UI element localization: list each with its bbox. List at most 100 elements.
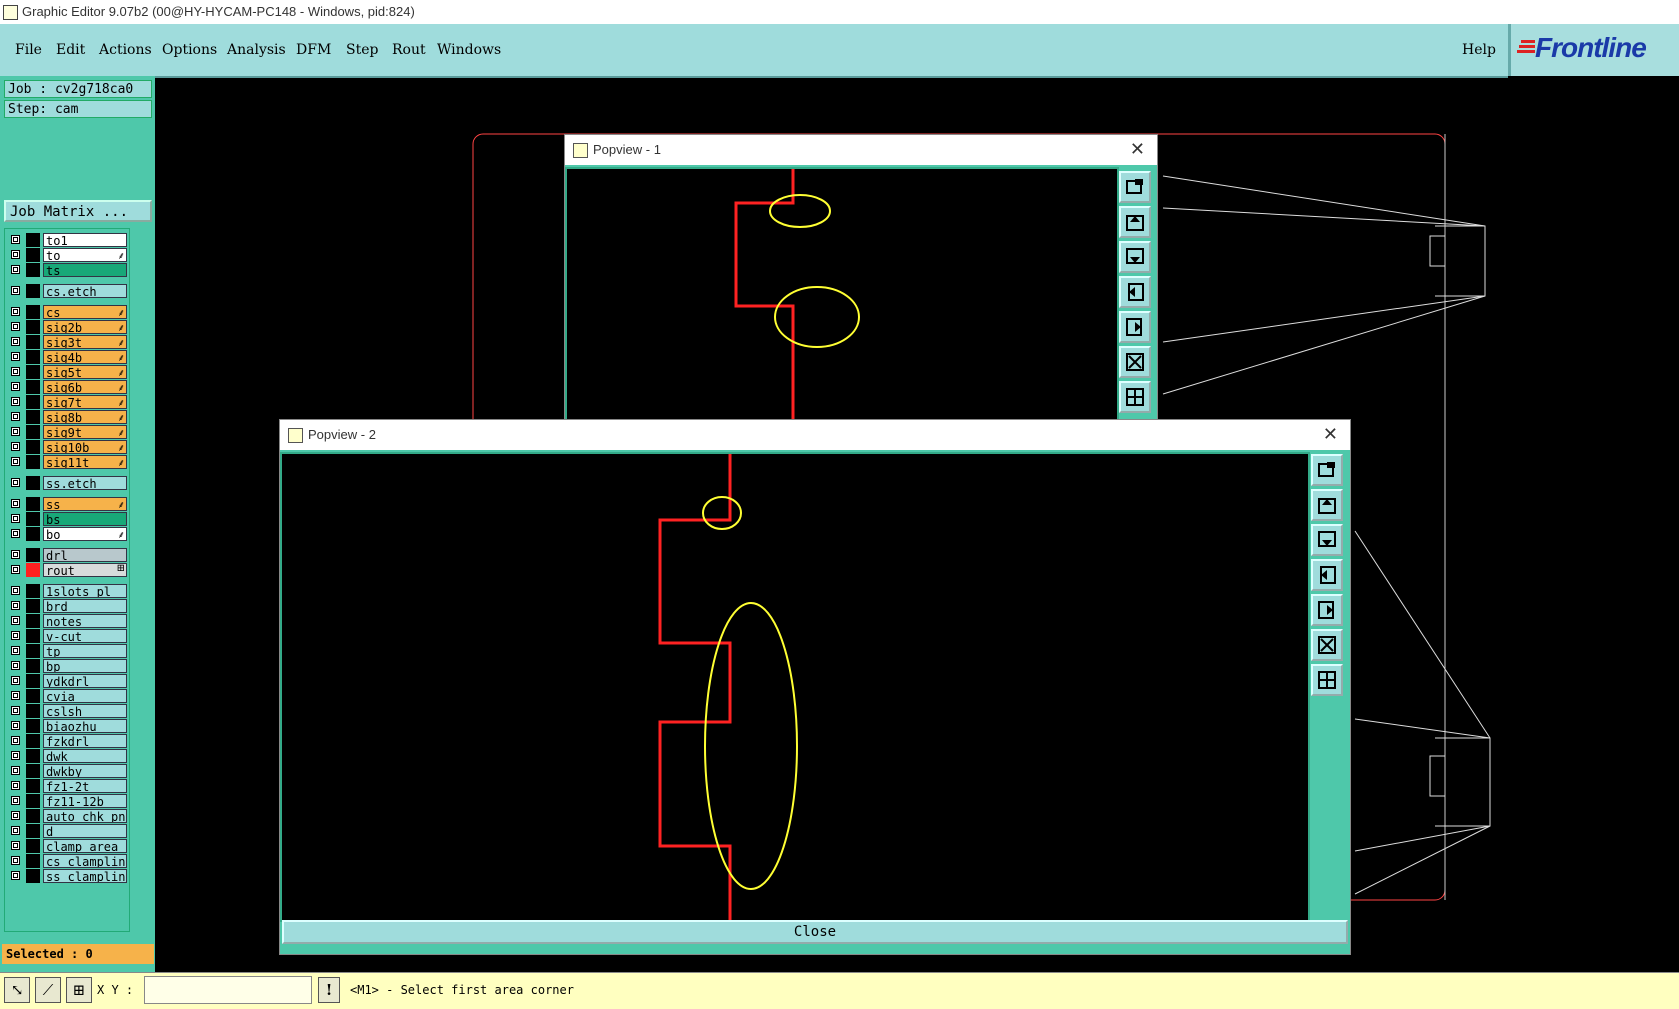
layer-row[interactable]: cs ⸙ [7,305,127,319]
layer-name[interactable]: clamp_area [43,839,127,853]
layer-row[interactable]: drl [7,548,127,562]
layer-name[interactable]: sig8b [43,410,127,424]
layer-color-swatch[interactable] [26,734,40,748]
layer-name[interactable]: ss_clampline [43,869,127,883]
layer-name[interactable]: sig4b [43,350,127,364]
pan-left-button[interactable] [1311,559,1343,591]
layer-name[interactable]: brd [43,599,127,613]
layer-checkbox[interactable] [11,412,20,421]
layer-color-swatch[interactable] [26,563,40,577]
layer-color-swatch[interactable] [26,854,40,868]
layer-color-swatch[interactable] [26,584,40,598]
layer-name[interactable]: dwk [43,749,127,763]
layer-checkbox[interactable] [11,307,20,316]
layer-name[interactable]: cs_clampline [43,854,127,868]
layer-color-swatch[interactable] [26,869,40,883]
layer-name[interactable]: bo [43,527,127,541]
layer-checkbox[interactable] [11,676,20,685]
layer-name[interactable]: 1slots_pl [43,584,127,598]
job-matrix-button[interactable]: Job Matrix ... [4,200,152,222]
layer-row[interactable]: notes [7,614,127,628]
pan-up-button[interactable] [1119,206,1151,238]
layer-color-swatch[interactable] [26,350,40,364]
menu-rout[interactable]: Rout [392,42,426,58]
layer-checkbox[interactable] [11,352,20,361]
layer-color-swatch[interactable] [26,440,40,454]
layer-row[interactable]: bo ⸙ [7,527,127,541]
layer-name[interactable]: cs.etch [43,284,127,298]
layer-checkbox[interactable] [11,367,20,376]
layer-row[interactable]: sig5t ⸙ [7,365,127,379]
layer-row[interactable]: sig8b ⸙ [7,410,127,424]
layer-color-swatch[interactable] [26,512,40,526]
snap-grid-icon[interactable]: ⊞ [66,977,92,1003]
layer-row[interactable]: sig4b ⸙ [7,350,127,364]
layer-color-swatch[interactable] [26,380,40,394]
close-button[interactable]: Close [282,920,1348,944]
layer-name[interactable]: sig10b [43,440,127,454]
popview-1-canvas[interactable] [565,167,1119,425]
layer-checkbox[interactable] [11,751,20,760]
layer-name[interactable]: cs [43,305,127,319]
layer-checkbox[interactable] [11,397,20,406]
layer-row[interactable]: sig3t ⸙ [7,335,127,349]
layer-checkbox[interactable] [11,856,20,865]
layer-checkbox[interactable] [11,706,20,715]
layer-name[interactable]: d [43,824,127,838]
layer-name[interactable]: tp [43,644,127,658]
select-mode-icon[interactable]: ⤡ [4,977,30,1003]
layer-row[interactable]: fz11-12b [7,794,127,808]
layer-color-swatch[interactable] [26,689,40,703]
layer-color-swatch[interactable] [26,629,40,643]
layer-color-swatch[interactable] [26,305,40,319]
menu-actions[interactable]: Actions [99,42,152,58]
layer-checkbox[interactable] [11,427,20,436]
layer-name[interactable]: ss.etch [43,476,127,490]
layer-checkbox[interactable] [11,616,20,625]
layer-checkbox[interactable] [11,514,20,523]
alert-icon[interactable]: ! [318,977,340,1003]
layer-row[interactable]: fz1-2t [7,779,127,793]
layer-name[interactable]: sig5t [43,365,127,379]
pan-right-button[interactable] [1119,311,1151,343]
layer-checkbox[interactable] [11,781,20,790]
layer-name[interactable]: notes [43,614,127,628]
layer-checkbox[interactable] [11,265,20,274]
layer-color-swatch[interactable] [26,599,40,613]
layer-row[interactable]: cs_clampline [7,854,127,868]
layer-checkbox[interactable] [11,826,20,835]
layer-checkbox[interactable] [11,646,20,655]
layer-name[interactable]: bp [43,659,127,673]
layer-checkbox[interactable] [11,796,20,805]
layer-name[interactable]: sig6b [43,380,127,394]
layer-name[interactable]: ts [43,263,127,277]
layer-row[interactable]: tp [7,644,127,658]
layer-checkbox[interactable] [11,442,20,451]
layer-row[interactable]: 1slots_pl [7,584,127,598]
menu-edit[interactable]: Edit [56,42,85,58]
zoom-fit-button[interactable] [1311,629,1343,661]
layer-color-swatch[interactable] [26,263,40,277]
layer-color-swatch[interactable] [26,233,40,247]
layer-name[interactable]: sig2b [43,320,127,334]
layer-checkbox[interactable] [11,631,20,640]
layer-name[interactable]: sig7t [43,395,127,409]
layer-color-swatch[interactable] [26,644,40,658]
layer-row[interactable]: ydkdrl [7,674,127,688]
layer-name[interactable]: to [43,248,127,262]
menu-analysis[interactable]: Analysis [227,42,286,58]
layer-checkbox[interactable] [11,871,20,880]
pan-up-button[interactable] [1311,489,1343,521]
layer-checkbox[interactable] [11,736,20,745]
zoom-fit-button[interactable] [1119,346,1151,378]
layer-row[interactable]: rout ⊞ [7,563,127,577]
xy-input[interactable] [144,976,312,1004]
layer-name[interactable]: cvia [43,689,127,703]
layer-row[interactable]: ss_clampline [7,869,127,883]
layer-color-swatch[interactable] [26,455,40,469]
layer-row[interactable]: v-cut [7,629,127,643]
layer-color-swatch[interactable] [26,335,40,349]
layer-checkbox[interactable] [11,721,20,730]
layer-checkbox[interactable] [11,286,20,295]
menu-windows[interactable]: Windows [437,42,501,58]
